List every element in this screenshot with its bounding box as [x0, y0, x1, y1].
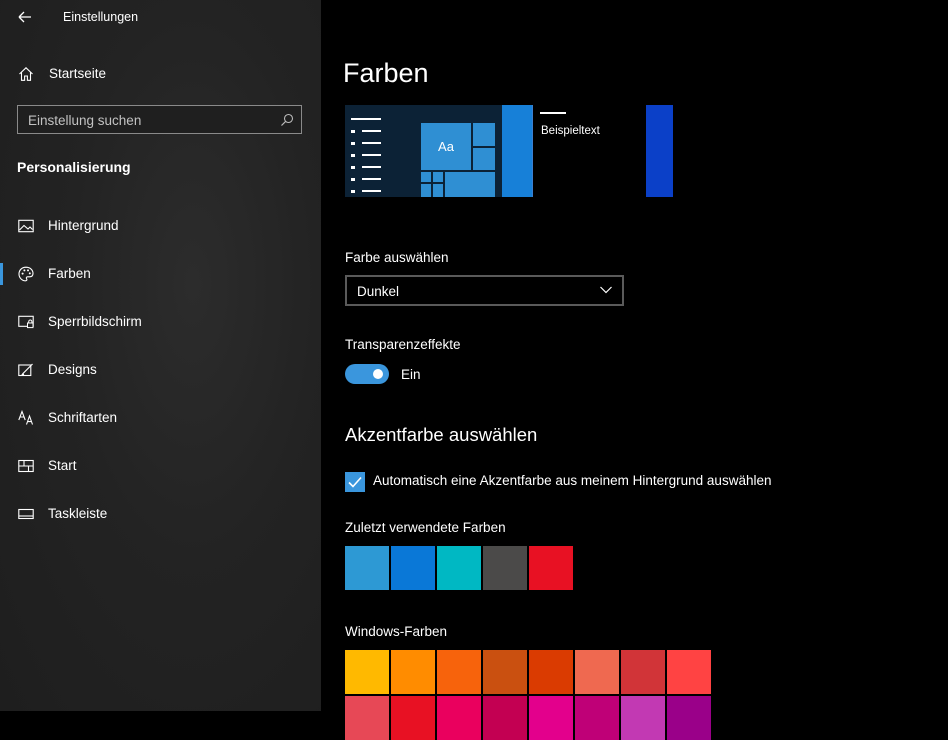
- color-mode-dropdown[interactable]: Dunkel: [345, 275, 624, 306]
- color-swatch[interactable]: [437, 546, 481, 590]
- color-mode-label: Farbe auswählen: [345, 250, 449, 265]
- color-swatch[interactable]: [391, 696, 435, 740]
- transparency-state: Ein: [401, 367, 421, 382]
- preview-tile: Aa: [421, 123, 471, 170]
- color-swatch[interactable]: [621, 696, 665, 740]
- color-swatch[interactable]: [345, 546, 389, 590]
- sidebar-item-taskleiste[interactable]: Taskleiste: [0, 496, 321, 532]
- fonts-icon: [18, 410, 34, 425]
- color-swatch[interactable]: [621, 650, 665, 694]
- color-swatch[interactable]: [345, 696, 389, 740]
- color-swatch[interactable]: [529, 696, 573, 740]
- color-swatch[interactable]: [391, 650, 435, 694]
- sidebar-item-label: Schriftarten: [48, 410, 118, 425]
- color-swatch[interactable]: [437, 650, 481, 694]
- preview-sample-text: Beispieltext: [541, 125, 600, 137]
- color-swatch[interactable]: [529, 650, 573, 694]
- sidebar-item-label: Designs: [48, 362, 97, 377]
- sidebar-item-label: Sperrbildschirm: [48, 314, 142, 329]
- color-swatch[interactable]: [345, 650, 389, 694]
- recent-colors-row: [345, 546, 573, 590]
- back-arrow-icon: [18, 11, 31, 23]
- recent-colors-label: Zuletzt verwendete Farben: [345, 520, 506, 535]
- home-label: Startseite: [49, 66, 107, 81]
- theme-preview: Aa Beispieltext: [345, 105, 673, 197]
- color-swatch[interactable]: [575, 650, 619, 694]
- windows-colors-label: Windows-Farben: [345, 624, 448, 639]
- back-button[interactable]: [12, 6, 38, 28]
- sidebar-item-label: Farben: [48, 266, 91, 281]
- lock-screen-icon: [18, 315, 34, 329]
- toggle-knob: [373, 369, 383, 379]
- color-swatch[interactable]: [667, 696, 711, 740]
- checkmark-icon: [348, 476, 362, 488]
- color-swatch[interactable]: [391, 546, 435, 590]
- sidebar-item-schriftarten[interactable]: Schriftarten: [0, 400, 321, 436]
- chevron-down-icon: [600, 286, 612, 294]
- sidebar-item-hintergrund[interactable]: Hintergrund: [0, 208, 321, 244]
- color-swatch[interactable]: [483, 546, 527, 590]
- palette-icon: [18, 266, 34, 282]
- sidebar-item-label: Start: [48, 458, 77, 473]
- windows-colors-row: [345, 650, 711, 694]
- color-mode-value: Dunkel: [357, 284, 400, 299]
- taskbar-icon: [18, 508, 34, 520]
- sidebar-item-designs[interactable]: Designs: [0, 352, 321, 388]
- app-title: Einstellungen: [63, 10, 139, 24]
- search-box[interactable]: [17, 105, 302, 134]
- sidebar-item-sperrbildschirm[interactable]: Sperrbildschirm: [0, 304, 321, 340]
- sidebar-item-start[interactable]: Start: [0, 448, 321, 484]
- auto-accent-checkbox[interactable]: [345, 472, 365, 492]
- color-swatch[interactable]: [667, 650, 711, 694]
- title-bar: Einstellungen: [0, 0, 321, 34]
- sidebar: Einstellungen Startseite Personalisierun…: [0, 0, 321, 711]
- sidebar-item-label: Taskleiste: [48, 506, 108, 521]
- color-swatch[interactable]: [575, 696, 619, 740]
- accent-heading: Akzentfarbe auswählen: [345, 424, 538, 445]
- windows-colors-row: [345, 696, 711, 740]
- sidebar-item-home[interactable]: Startseite: [0, 60, 321, 88]
- main-content: Farben Aa Beispieltext Farbe auswählen D…: [321, 0, 948, 740]
- sidebar-item-label: Hintergrund: [48, 218, 119, 233]
- sidebar-item-farben[interactable]: Farben: [0, 256, 321, 292]
- themes-icon: [18, 363, 33, 377]
- auto-accent-label[interactable]: Automatisch eine Akzentfarbe aus meinem …: [373, 473, 771, 488]
- transparency-label: Transparenzeffekte: [345, 337, 461, 352]
- color-swatch[interactable]: [483, 696, 527, 740]
- color-swatch[interactable]: [529, 546, 573, 590]
- start-icon: [18, 459, 34, 473]
- image-icon: [18, 219, 34, 233]
- transparency-toggle[interactable]: [345, 364, 389, 384]
- selection-indicator: [0, 263, 3, 285]
- home-icon: [19, 67, 33, 81]
- page-title: Farben: [343, 58, 429, 88]
- search-icon[interactable]: [280, 113, 294, 127]
- section-title: Personalisierung: [17, 159, 131, 175]
- search-input[interactable]: [28, 110, 268, 130]
- color-swatch[interactable]: [437, 696, 481, 740]
- color-swatch[interactable]: [483, 650, 527, 694]
